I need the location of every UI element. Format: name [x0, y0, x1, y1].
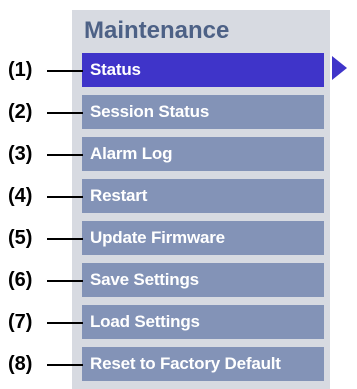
callout-label-1: (1)	[8, 59, 33, 81]
menu-item-save-settings[interactable]: Save Settings	[82, 263, 324, 297]
menu-item-label: Restart	[90, 186, 148, 205]
callout-label-4: (4)	[8, 185, 33, 207]
menu-item-update-firmware[interactable]: Update Firmware	[82, 221, 324, 255]
menu-item-label: Load Settings	[90, 312, 200, 331]
callout-line-1	[47, 70, 83, 72]
menu-item-reset-factory-default[interactable]: Reset to Factory Default	[82, 347, 324, 381]
menu-item-load-settings[interactable]: Load Settings	[82, 305, 324, 339]
callout-line-6	[47, 280, 83, 282]
callout-line-7	[47, 322, 83, 324]
callout-line-8	[47, 364, 83, 366]
menu-item-label: Reset to Factory Default	[90, 354, 281, 373]
callout-line-3	[47, 154, 83, 156]
callout-label-5: (5)	[8, 227, 33, 249]
callout-label-7: (7)	[8, 311, 33, 333]
callout-label-3: (3)	[8, 143, 33, 165]
manual-figure: Maintenance Status Session Status Alarm …	[0, 0, 357, 389]
callout-line-2	[47, 112, 83, 114]
callout-label-8: (8)	[8, 353, 33, 375]
callout-line-5	[47, 238, 83, 240]
menu-item-label: Status	[90, 60, 141, 79]
triangle-right-icon	[332, 56, 347, 80]
menu-item-session-status[interactable]: Session Status	[82, 95, 324, 129]
menu-item-restart[interactable]: Restart	[82, 179, 324, 213]
callout-line-4	[47, 196, 83, 198]
menu-item-label: Save Settings	[90, 270, 199, 289]
menu-item-label: Update Firmware	[90, 228, 225, 247]
menu-item-alarm-log[interactable]: Alarm Log	[82, 137, 324, 171]
menu-item-label: Session Status	[90, 102, 210, 121]
callout-label-6: (6)	[8, 269, 33, 291]
menu-heading: Maintenance	[84, 17, 230, 44]
menu-item-label: Alarm Log	[90, 144, 173, 163]
menu-item-status[interactable]: Status	[82, 53, 324, 87]
callout-label-2: (2)	[8, 101, 33, 123]
